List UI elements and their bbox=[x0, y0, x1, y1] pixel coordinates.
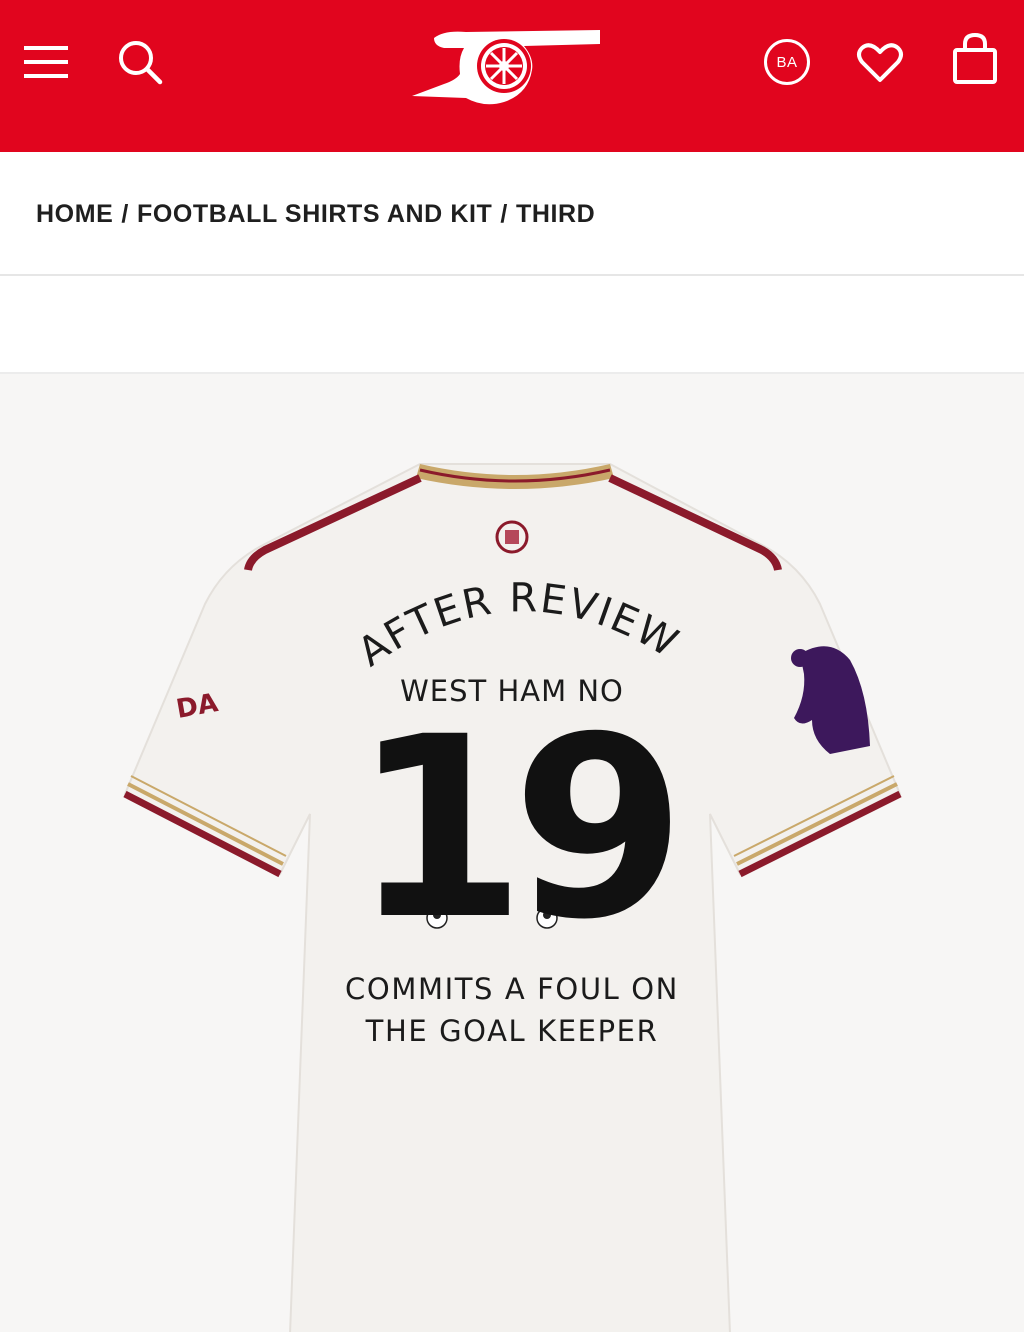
club-crest-logo[interactable] bbox=[404, 18, 610, 110]
page-spacer bbox=[0, 278, 1024, 372]
bag-icon[interactable] bbox=[950, 32, 1000, 86]
shirt-number: 19 bbox=[352, 683, 686, 974]
account-avatar[interactable]: BA bbox=[764, 39, 810, 85]
product-image[interactable]: DA AFTER REVIEW WEST HAM NO 19 COMMITS A… bbox=[0, 372, 1024, 1332]
menu-icon[interactable] bbox=[22, 42, 72, 82]
breadcrumb-football-shirts[interactable]: FOOTBALL SHIRTS AND KIT bbox=[137, 200, 492, 229]
shirt-message-line-2: THE GOAL KEEPER bbox=[365, 1014, 659, 1048]
breadcrumb-bar: HOME / FOOTBALL SHIRTS AND KIT / THIRD bbox=[0, 152, 1024, 276]
breadcrumb-separator: / bbox=[500, 200, 508, 228]
site-header: BA bbox=[0, 0, 1024, 152]
search-icon[interactable] bbox=[114, 36, 166, 88]
breadcrumb: HOME / FOOTBALL SHIRTS AND KIT / THIRD bbox=[36, 200, 595, 229]
heart-icon[interactable] bbox=[854, 40, 906, 84]
breadcrumb-separator: / bbox=[121, 200, 129, 228]
shirt-message-line-1: COMMITS A FOUL ON bbox=[345, 972, 679, 1006]
breadcrumb-home[interactable]: HOME bbox=[36, 200, 113, 229]
breadcrumb-third[interactable]: THIRD bbox=[516, 200, 595, 229]
